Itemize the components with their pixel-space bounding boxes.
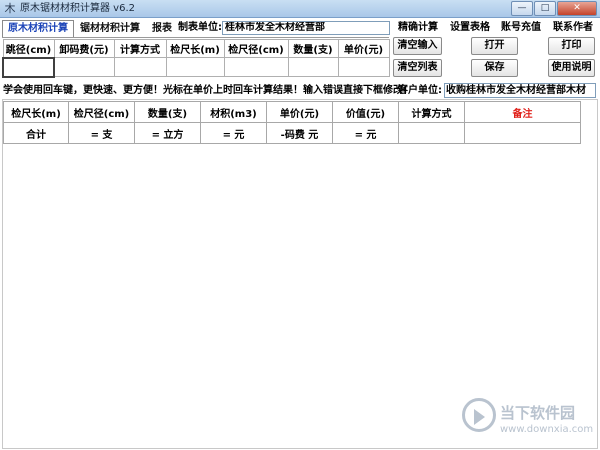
result-header-cell: 材积(m3) [200, 101, 267, 123]
window-title: 原木锯材材积计算器 v6.2 [20, 3, 135, 14]
app-icon: 木 [4, 2, 16, 15]
quantity-input[interactable] [287, 57, 339, 77]
watermark: 当下软件园 www.downxia.com [462, 396, 594, 448]
total-row-cell: = 元 [200, 122, 267, 144]
tab-lumber-volume[interactable]: 锯材材积计算 [74, 20, 146, 37]
diameter-input[interactable] [223, 57, 289, 77]
result-header-cell: 单价(元) [266, 101, 333, 123]
input-header-cell: 检尺径(cm) [223, 39, 289, 58]
result-header-cell: 检尺长(m) [3, 101, 69, 123]
total-row-cell [398, 122, 465, 144]
menu-account-recharge[interactable]: 账号充值 [501, 21, 541, 35]
watermark-text: 当下软件园 [500, 404, 576, 422]
input-header-cell: 单价(元) [337, 39, 390, 58]
tab-report[interactable]: 报表 [146, 20, 178, 37]
save-button[interactable]: 保存 [471, 59, 518, 77]
input-grid: 跳径(cm) 卸码费(元) 计算方式 检尺长(m) 检尺径(cm) 数量(支) … [2, 39, 390, 78]
tab-divider [2, 37, 389, 38]
title-bar[interactable]: 木 原木锯材材积计算器 v6.2 — □ ✕ [0, 0, 600, 18]
watermark-url: www.downxia.com [500, 424, 594, 435]
input-header-cell: 跳径(cm) [2, 39, 55, 58]
jump-diameter-input[interactable] [2, 56, 55, 78]
input-header-cell: 数量(支) [287, 39, 339, 58]
menu-contact-author[interactable]: 联系作者 [553, 21, 593, 35]
total-row-cell: = 立方 [134, 122, 201, 144]
result-header-remark: 备注 [464, 101, 581, 123]
help-button[interactable]: 使用说明 [548, 59, 595, 77]
watermark-logo-icon [462, 398, 496, 432]
result-header-cell: 价值(元) [332, 101, 399, 123]
result-header-cell: 数量(支) [134, 101, 201, 123]
client-field[interactable]: 收购桂林市发全木材经营部木材 [444, 83, 596, 98]
menu-table-settings[interactable]: 设置表格 [450, 21, 490, 35]
tab-bar: 原木材积计算 锯材材积计算 报表 [2, 20, 178, 37]
tab-log-volume[interactable]: 原木材积计算 [2, 20, 74, 37]
result-header-cell: 计算方式 [398, 101, 465, 123]
main-window: 原木材积计算 锯材材积计算 报表 制表单位: 桂林市发全木材经营部 精确计算 设… [0, 18, 600, 450]
unit-field[interactable]: 桂林市发全木材经营部 [222, 21, 390, 35]
total-row-cell: -码费 元 [266, 122, 333, 144]
total-row-cell [464, 122, 581, 144]
close-button[interactable]: ✕ [557, 1, 597, 16]
client-label: 客户单位: [398, 85, 442, 96]
total-row-cell: 合计 [3, 122, 69, 144]
total-row-cell: = 元 [332, 122, 399, 144]
unit-price-input[interactable] [337, 57, 390, 77]
hint-text: 学会使用回车键，更快速、更方便！光标在单价上时回车计算结果！输入错误直接下框修改… [3, 85, 408, 96]
input-header-cell: 计算方式 [113, 39, 167, 58]
result-grid: 检尺长(m) 检尺径(cm) 数量(支) 材积(m3) 单价(元) 价值(元) … [3, 101, 581, 144]
input-header-cell: 检尺长(m) [165, 39, 225, 58]
minimize-button[interactable]: — [511, 1, 533, 16]
total-row-cell: = 支 [68, 122, 135, 144]
menu-precise-calc[interactable]: 精确计算 [398, 21, 438, 35]
input-header-cell: 卸码费(元) [53, 39, 115, 58]
print-button[interactable]: 打印 [548, 37, 595, 55]
unit-label: 制表单位: [178, 22, 222, 33]
calc-method-input[interactable] [113, 57, 167, 77]
clear-list-button[interactable]: 清空列表 [393, 59, 442, 77]
maximize-button[interactable]: □ [534, 1, 556, 16]
result-header-cell: 检尺径(cm) [68, 101, 135, 123]
clear-input-button[interactable]: 清空输入 [393, 37, 442, 55]
length-input[interactable] [165, 57, 225, 77]
open-button[interactable]: 打开 [471, 37, 518, 55]
unloading-fee-input[interactable] [53, 57, 115, 77]
